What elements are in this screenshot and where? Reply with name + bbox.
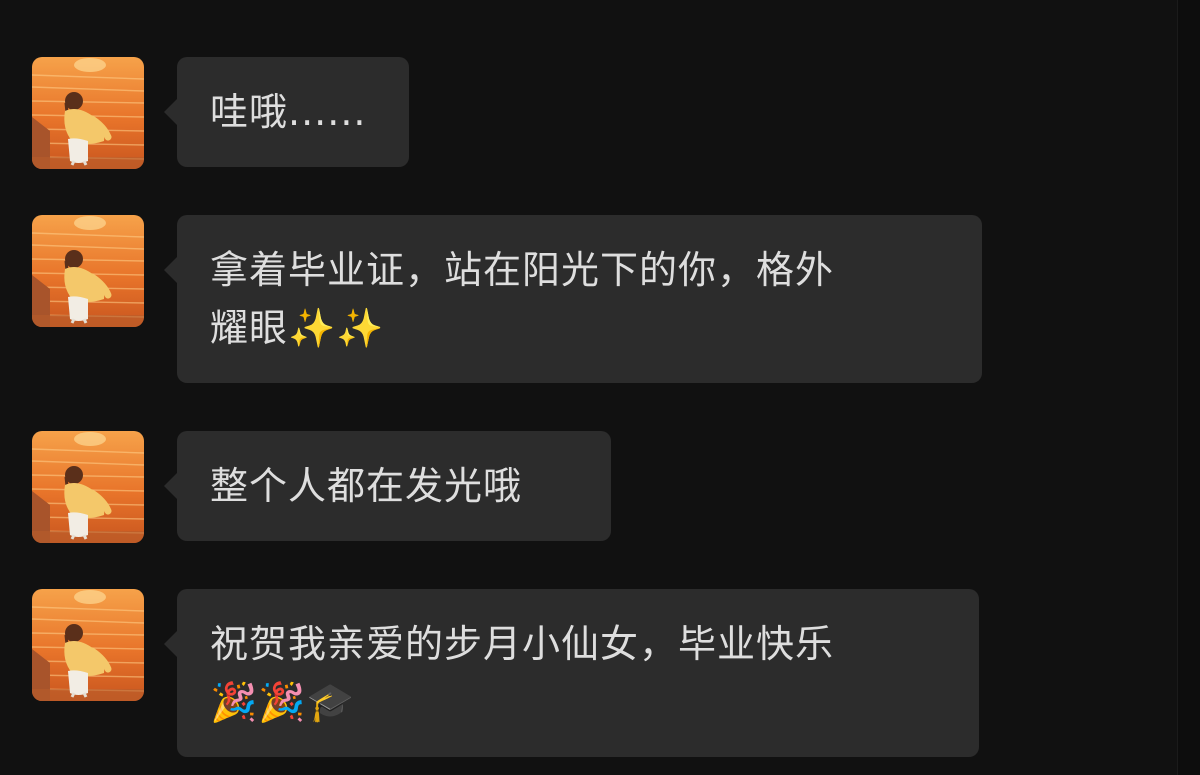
message-text: 拿着毕业证，站在阳光下的你，格外 bbox=[210, 248, 835, 292]
message-text: 整个人都在发光哦 bbox=[210, 464, 523, 508]
sender-avatar-icon[interactable] bbox=[32, 589, 144, 701]
sender-avatar-icon[interactable] bbox=[32, 215, 144, 327]
sender-avatar-icon[interactable] bbox=[32, 431, 144, 543]
message-bubble[interactable]: 整个人都在发光哦 bbox=[164, 431, 611, 541]
sender-avatar-icon[interactable] bbox=[32, 57, 144, 169]
message-bubble[interactable]: 哇哦...... bbox=[164, 57, 409, 167]
message-text: 🎉🎉🎓 bbox=[210, 680, 355, 724]
sunset-girl-avatar-icon bbox=[32, 589, 144, 701]
message-text: 祝贺我亲爱的步月小仙女，毕业快乐 bbox=[210, 622, 835, 666]
message-bubble[interactable]: 拿着毕业证，站在阳光下的你，格外 耀眼✨✨ bbox=[164, 215, 982, 383]
sunset-girl-avatar-icon bbox=[32, 215, 144, 327]
message-text: 哇哦...... bbox=[210, 90, 367, 134]
sunset-girl-avatar-icon bbox=[32, 57, 144, 169]
scrollbar-track[interactable] bbox=[1177, 0, 1200, 775]
message-bubble[interactable]: 祝贺我亲爱的步月小仙女，毕业快乐 🎉🎉🎓 bbox=[164, 589, 979, 757]
sunset-girl-avatar-icon bbox=[32, 431, 144, 543]
message-text: 耀眼✨✨ bbox=[210, 306, 385, 350]
chat-message-list[interactable]: 哇哦...... 拿着毕业证，站在阳光下的你，格外 耀眼✨✨ 整个人都在发光哦 … bbox=[0, 0, 1178, 775]
